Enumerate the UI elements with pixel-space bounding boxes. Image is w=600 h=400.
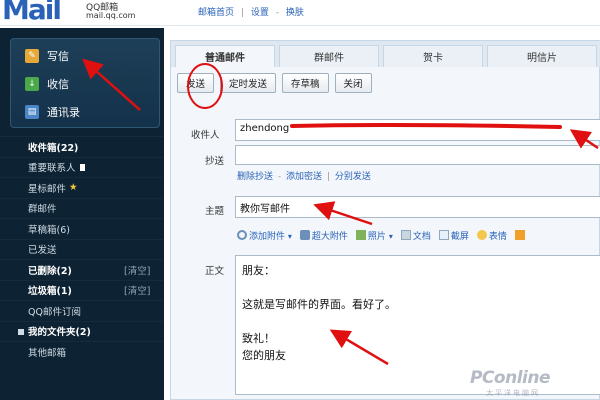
collapse-square-icon[interactable] bbox=[18, 328, 24, 335]
body-label: 正文 bbox=[205, 266, 225, 277]
recipient-links: 删除抄送 - 添加密送 | 分别发送 bbox=[237, 169, 371, 182]
folder-spam[interactable]: 垃圾箱(1) [清空] bbox=[0, 279, 164, 301]
logo-url: mail.qq.com bbox=[86, 11, 136, 20]
receive-mail-button[interactable]: ↓ 收信 bbox=[25, 75, 69, 93]
folder-label: 收件箱(22) bbox=[28, 142, 79, 154]
cc-label: 抄送 bbox=[205, 156, 225, 167]
subject-input[interactable]: 教你写邮件 bbox=[235, 196, 600, 218]
photo-button[interactable]: 照片 ▾ bbox=[355, 229, 393, 242]
send-button[interactable]: 发送 bbox=[177, 73, 215, 93]
send-separately-link[interactable]: 分别发送 bbox=[335, 172, 371, 182]
tool-label: 照片 bbox=[367, 232, 386, 242]
folder-sent[interactable]: 已发送 bbox=[0, 238, 164, 260]
link-separator: - bbox=[277, 172, 282, 182]
nav-settings-link[interactable]: 设置 bbox=[251, 8, 269, 18]
contacts-button[interactable]: ▤ 通讯录 bbox=[25, 103, 80, 121]
nav-skin-link[interactable]: 换肤 bbox=[286, 8, 304, 18]
folder-label: 垃圾箱(1) bbox=[28, 286, 72, 298]
compose-toolbar: 发送 定时发送 存草稿 关闭 bbox=[177, 73, 372, 97]
folder-label: 群邮件 bbox=[28, 204, 57, 216]
star-icon: ★ bbox=[69, 182, 78, 194]
attachment-toolbar: 添加附件 ▾ 超大附件 照片 ▾ 文档 截屏 表情 bbox=[237, 229, 527, 242]
emoji-icon bbox=[476, 230, 487, 240]
folder-label: 草稿箱(6) bbox=[28, 224, 70, 236]
quick-actions-panel: ✎ 写信 ↓ 收信 ▤ 通讯录 bbox=[10, 38, 160, 128]
subject-value: 教你写邮件 bbox=[240, 204, 290, 215]
paperclip-icon bbox=[237, 230, 247, 240]
chevron-down-icon[interactable]: ▾ bbox=[288, 232, 292, 241]
screenshot-button[interactable]: 截屏 bbox=[438, 229, 469, 242]
nav-separator: - bbox=[275, 8, 279, 18]
pencil-icon: ✎ bbox=[25, 49, 39, 63]
contacts-icon: ▤ bbox=[25, 105, 39, 119]
to-label: 收件人 bbox=[191, 130, 220, 141]
folder-label: 已删除(2) bbox=[28, 265, 72, 277]
to-value: zhendong bbox=[240, 123, 290, 134]
folder-list: 收件箱(22) 重要联系人 星标邮件 ★ 群邮件 草稿箱(6) 已发送 已删除(… bbox=[0, 136, 164, 362]
folder-drafts[interactable]: 草稿箱(6) bbox=[0, 218, 164, 239]
tab-greeting-card[interactable]: 贺卡 bbox=[383, 45, 483, 67]
folder-important-contacts[interactable]: 重要联系人 bbox=[0, 156, 164, 178]
large-attachment-button[interactable]: 超大附件 bbox=[299, 229, 348, 242]
folder-my-folders[interactable]: 我的文件夹(2) bbox=[0, 320, 164, 342]
mail-logo[interactable]: Mail bbox=[2, 0, 62, 26]
folder-label: 重要联系人 bbox=[28, 163, 76, 175]
tab-postcard[interactable]: 明信片 bbox=[487, 45, 597, 67]
remove-cc-link[interactable]: 删除抄送 bbox=[237, 172, 273, 182]
add-bcc-link[interactable]: 添加密送 bbox=[286, 172, 322, 182]
tool-label: 截屏 bbox=[450, 232, 469, 242]
tool-label: 添加附件 bbox=[249, 232, 286, 242]
folder-label: 其他邮箱 bbox=[28, 347, 67, 359]
large-attachment-icon bbox=[299, 230, 310, 240]
link-separator: | bbox=[326, 172, 330, 182]
sidebar: ✎ 写信 ↓ 收信 ▤ 通讯录 收件箱(22) 重要联系人 星标邮件 ★ 群邮件… bbox=[0, 28, 164, 400]
folder-other-mailboxes[interactable]: 其他邮箱 bbox=[0, 341, 164, 362]
chevron-down-icon[interactable]: ▾ bbox=[389, 232, 393, 241]
folder-inbox[interactable]: 收件箱(22) bbox=[0, 136, 164, 157]
document-icon bbox=[400, 230, 411, 240]
cc-input[interactable] bbox=[235, 145, 600, 165]
folder-label: 我的文件夹(2) bbox=[28, 327, 91, 339]
folder-label: 星标邮件 bbox=[28, 183, 67, 195]
add-attachment-button[interactable]: 添加附件 ▾ bbox=[237, 229, 292, 242]
screenshot-icon bbox=[438, 230, 449, 240]
folder-deleted[interactable]: 已删除(2) [清空] bbox=[0, 259, 164, 280]
nav-separator: | bbox=[240, 8, 244, 18]
top-nav: 邮箱首页 | 设置 - 换肤 bbox=[196, 5, 306, 18]
more-tools-button[interactable] bbox=[514, 229, 527, 242]
more-icon bbox=[514, 229, 525, 240]
watermark-subtitle: 太平洋电脑网 bbox=[486, 389, 540, 397]
write-mail-label: 写信 bbox=[47, 50, 69, 63]
tool-label: 表情 bbox=[488, 232, 507, 242]
folder-label: QQ邮件订阅 bbox=[28, 306, 81, 318]
subject-label: 主题 bbox=[205, 206, 225, 217]
watermark-logo: PConline bbox=[470, 368, 551, 388]
folder-starred[interactable]: 星标邮件 ★ bbox=[0, 177, 164, 198]
compose-tabs: 普通邮件 群邮件 贺卡 明信片 bbox=[171, 41, 600, 67]
write-mail-button[interactable]: ✎ 写信 bbox=[25, 47, 69, 65]
compose-panel: 普通邮件 群邮件 贺卡 明信片 发送 定时发送 存草稿 关闭 收件人 zhend… bbox=[170, 40, 600, 400]
clear-deleted-link[interactable]: [清空] bbox=[124, 263, 150, 277]
timed-send-button[interactable]: 定时发送 bbox=[220, 73, 277, 93]
nav-home-link[interactable]: 邮箱首页 bbox=[198, 8, 234, 18]
folder-group-mail[interactable]: 群邮件 bbox=[0, 197, 164, 219]
tab-group-mail[interactable]: 群邮件 bbox=[279, 45, 379, 67]
save-draft-button[interactable]: 存草稿 bbox=[282, 73, 329, 93]
folder-subscriptions[interactable]: QQ邮件订阅 bbox=[0, 300, 164, 321]
inbox-down-icon: ↓ bbox=[25, 77, 39, 91]
top-header: Mail QQ邮箱 mail.qq.com 邮箱首页 | 设置 - 换肤 bbox=[0, 0, 600, 26]
receive-mail-label: 收信 bbox=[47, 78, 69, 91]
photo-icon bbox=[355, 230, 366, 240]
tool-label: 超大附件 bbox=[311, 232, 348, 242]
tab-normal-mail[interactable]: 普通邮件 bbox=[175, 45, 275, 67]
to-input[interactable]: zhendong bbox=[235, 119, 600, 141]
clear-spam-link[interactable]: [清空] bbox=[124, 283, 150, 297]
emoji-button[interactable]: 表情 bbox=[476, 229, 507, 242]
close-button[interactable]: 关闭 bbox=[334, 73, 372, 93]
tool-label: 文档 bbox=[412, 232, 431, 242]
contacts-label: 通讯录 bbox=[47, 106, 80, 119]
document-button[interactable]: 文档 bbox=[400, 229, 431, 242]
folder-label: 已发送 bbox=[28, 245, 57, 257]
flag-icon bbox=[79, 163, 85, 171]
